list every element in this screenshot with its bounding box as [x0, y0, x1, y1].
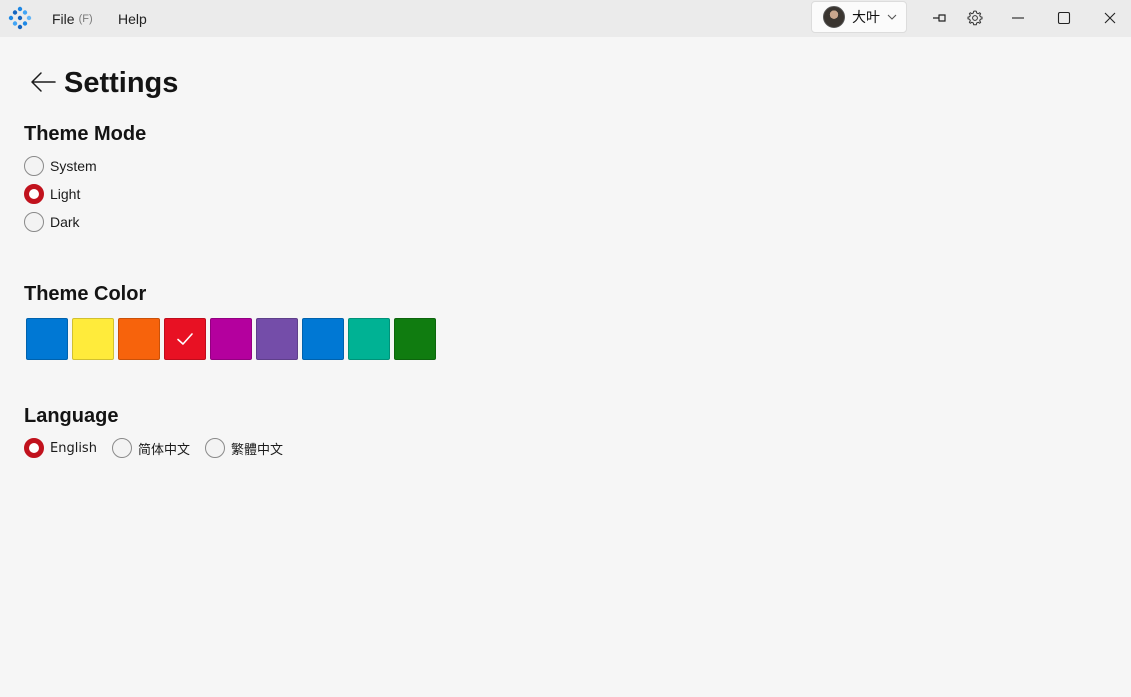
language-title: Language [24, 405, 119, 427]
minimize-icon[interactable] [1008, 8, 1028, 28]
radio-label: Light [50, 186, 81, 202]
menu-help[interactable]: Help [118, 0, 147, 37]
language-option-traditional-chinese[interactable]: 繁體中文 [204, 438, 283, 458]
radio-label: Dark [50, 214, 80, 230]
user-name: 大叶 [852, 10, 880, 26]
color-swatch[interactable] [302, 318, 344, 360]
color-swatch[interactable] [72, 318, 114, 360]
radio-button[interactable] [24, 438, 44, 458]
color-swatch[interactable] [210, 318, 252, 360]
user-account-button[interactable]: 大叶 [811, 1, 907, 33]
theme-mode-option-light[interactable]: Light [24, 183, 80, 205]
title-bar: File (F) Help 大叶 [0, 0, 1131, 37]
radio-button[interactable] [24, 212, 44, 232]
app-logo-icon [8, 6, 32, 30]
chevron-down-icon [887, 14, 897, 20]
close-icon[interactable] [1100, 8, 1120, 28]
color-swatch[interactable] [256, 318, 298, 360]
language-option-english[interactable]: English [24, 438, 97, 458]
pin-icon[interactable] [930, 8, 950, 28]
radio-button[interactable] [204, 438, 225, 458]
page-title: Settings [64, 67, 179, 99]
maximize-icon[interactable] [1054, 8, 1074, 28]
theme-mode-option-system[interactable]: System [24, 155, 97, 177]
theme-color-swatches [26, 318, 440, 360]
menu-help-label: Help [118, 10, 147, 27]
menu-file-shortcut: (F) [78, 12, 93, 25]
radio-label: 繁體中文 [230, 442, 283, 458]
radio-label: English [50, 440, 97, 456]
color-swatch[interactable] [348, 318, 390, 360]
color-swatch[interactable] [394, 318, 436, 360]
menu-file-label: File [52, 10, 75, 27]
theme-color-title: Theme Color [24, 283, 147, 305]
menu-file[interactable]: File (F) [52, 0, 93, 37]
color-swatch[interactable] [164, 318, 206, 360]
language-options: English 简体中文 繁體中文 [24, 437, 298, 459]
gear-icon[interactable] [965, 8, 985, 28]
avatar [823, 6, 845, 28]
radio-button[interactable] [24, 156, 44, 176]
radio-label: System [50, 158, 97, 174]
checkmark-icon [177, 333, 193, 345]
theme-mode-title: Theme Mode [24, 123, 147, 145]
radio-button[interactable] [111, 438, 132, 458]
theme-mode-option-dark[interactable]: Dark [24, 211, 80, 233]
back-arrow-icon[interactable] [29, 68, 59, 98]
radio-button[interactable] [24, 184, 44, 204]
radio-label: 简体中文 [137, 442, 190, 458]
language-option-simplified-chinese[interactable]: 简体中文 [111, 438, 190, 458]
color-swatch[interactable] [26, 318, 68, 360]
color-swatch[interactable] [118, 318, 160, 360]
